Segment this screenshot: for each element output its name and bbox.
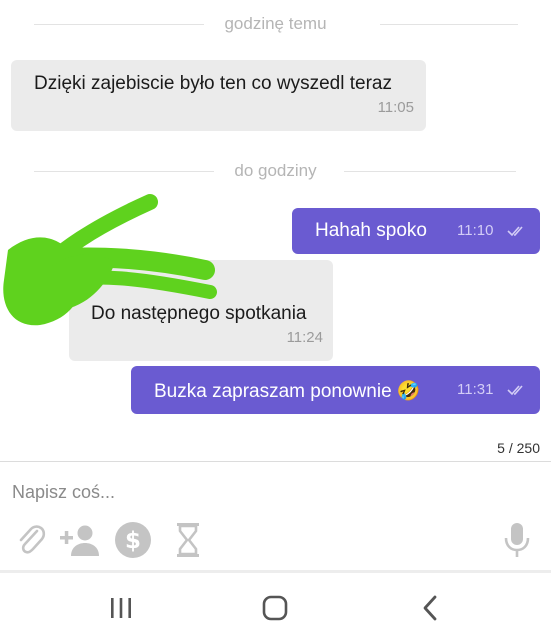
back-button[interactable]: [408, 591, 452, 625]
add-person-icon: [60, 525, 99, 556]
date-divider-label: godzinę temu: [210, 14, 341, 34]
date-divider-label: do godziny: [220, 161, 331, 181]
microphone-icon: [504, 523, 530, 557]
composer-divider: [0, 461, 551, 462]
dollar-icon: $: [115, 522, 151, 558]
message-time: 11:05: [377, 99, 414, 116]
redaction-scribble: [3, 194, 217, 326]
message-time: 11:31: [457, 381, 494, 398]
paperclip-icon: [19, 525, 46, 554]
date-divider: godzinę temu: [0, 14, 551, 34]
voice-message-button[interactable]: [496, 519, 538, 561]
message-text: Hahah spoko: [315, 220, 427, 241]
message-time: 11:24: [286, 329, 323, 346]
timer-button[interactable]: [167, 519, 209, 561]
message-text: Buzka zapraszam ponownie 🤣: [154, 381, 421, 402]
back-icon: [423, 595, 437, 621]
read-receipt-icon: [507, 226, 523, 237]
date-divider: do godziny: [0, 161, 551, 181]
system-navigation-bar: [0, 570, 551, 640]
payment-button[interactable]: $: [112, 519, 154, 561]
char-counter: 5 / 250: [497, 440, 540, 456]
home-icon: [262, 595, 288, 621]
outgoing-message[interactable]: Hahah spoko 11:10: [292, 208, 540, 254]
message-time: 11:10: [457, 222, 494, 239]
recent-apps-button[interactable]: [99, 591, 143, 625]
recent-apps-icon: [111, 598, 131, 618]
read-receipt-icon: [507, 385, 523, 396]
home-button[interactable]: [253, 591, 297, 625]
incoming-message[interactable]: Dzięki zajebiscie było ten co wyszedl te…: [11, 60, 426, 131]
attach-button[interactable]: [10, 519, 52, 561]
add-person-button[interactable]: [57, 519, 103, 561]
svg-text:$: $: [125, 528, 141, 554]
message-input[interactable]: [0, 475, 500, 509]
hourglass-icon: [177, 523, 199, 557]
outgoing-message[interactable]: Buzka zapraszam ponownie 🤣 11:31: [131, 366, 540, 414]
message-text: Dzięki zajebiscie było ten co wyszedl te…: [34, 73, 392, 94]
